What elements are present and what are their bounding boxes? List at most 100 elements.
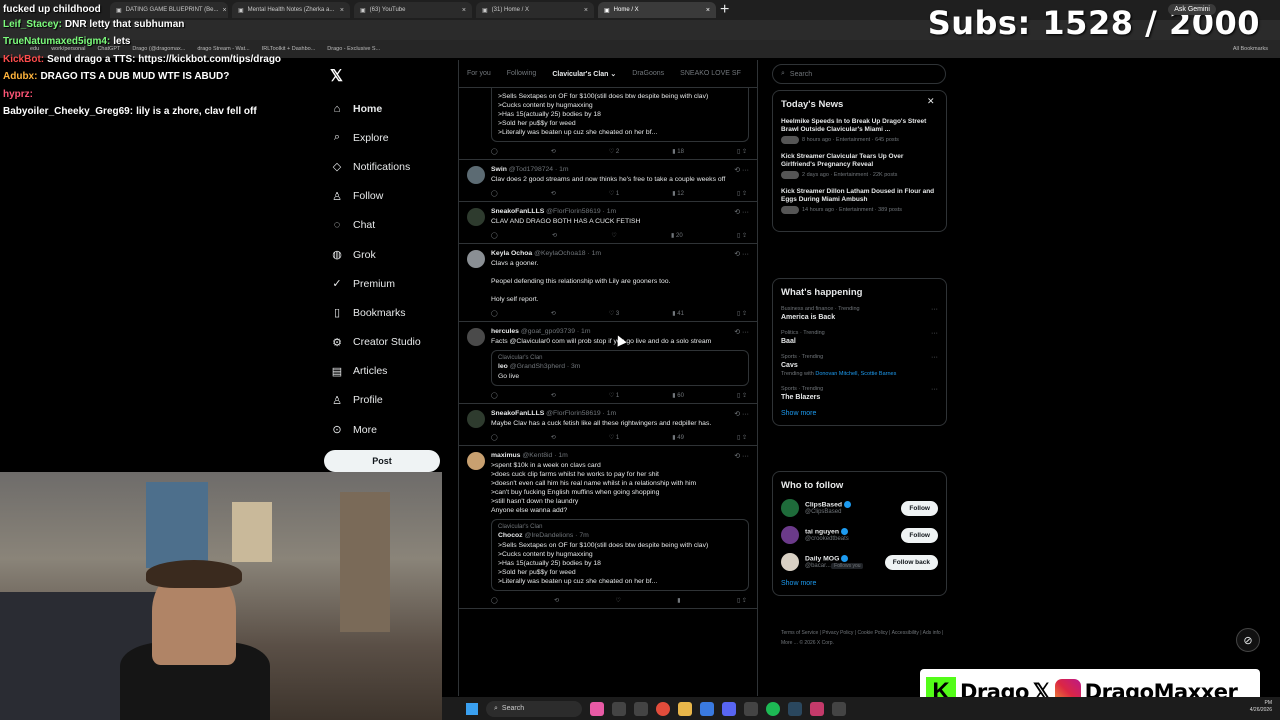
trend-related-names[interactable]: Donovan Mitchell, Scottie Barnes: [815, 371, 896, 377]
taskbar-app-icon[interactable]: [590, 701, 604, 716]
steam-icon[interactable]: [788, 701, 802, 716]
trend-item[interactable]: Business and finance · Trending America i…: [781, 306, 938, 321]
taskbar-search[interactable]: ⌕ Search: [486, 700, 582, 717]
views-count[interactable]: ▮ 18: [672, 148, 684, 155]
bookmark-icon[interactable]: ▯ ⇪: [737, 392, 747, 399]
timeline-tab[interactable]: SNEAKO LOVE SF: [680, 70, 741, 77]
avatar[interactable]: [781, 499, 799, 517]
reply-button[interactable]: ◯: [491, 392, 498, 399]
more-icon[interactable]: ···: [931, 354, 938, 361]
post[interactable]: ⟲ ··· maximus @Kent8id · 1m >spent $10k in…: [459, 446, 757, 609]
repost-button[interactable]: ⟲: [551, 392, 556, 399]
like-button[interactable]: ♡ 3: [609, 310, 619, 317]
windows-start-icon[interactable]: [466, 702, 478, 715]
nav-item-more[interactable]: ⊙ More: [328, 415, 448, 444]
nav-item-chat[interactable]: ◌ Chat: [328, 211, 448, 240]
taskbar-app-icon[interactable]: [612, 701, 626, 716]
browser-tab[interactable]: ▣ Home / X ×: [598, 2, 716, 18]
avatar[interactable]: [467, 208, 485, 226]
bookmark-icon[interactable]: ▯ ⇪: [737, 148, 747, 155]
reply-button[interactable]: ◯: [491, 190, 498, 197]
post[interactable]: ⟲ ··· Keyla Ochoa @KeylaOchoa18 · 1m Clavs…: [459, 244, 757, 322]
browser-tab[interactable]: ▣ (31) Home / X ×: [476, 2, 594, 18]
timeline-tab[interactable]: DraGoons: [632, 70, 664, 77]
post[interactable]: ⟲ ··· hercules @goat_gpo93739 · 1m Facts @…: [459, 322, 757, 404]
bookmark-icon[interactable]: ▯ ⇪: [737, 310, 747, 317]
post-author-name[interactable]: Keyla Ochoa: [491, 250, 532, 257]
tab-close-icon[interactable]: ×: [462, 7, 466, 14]
reply-button[interactable]: ◯: [491, 310, 498, 317]
follow-suggestion[interactable]: ClipsBased @ClipsBased Follow: [781, 499, 938, 517]
reply-button[interactable]: ◯: [491, 148, 498, 155]
folder-icon[interactable]: [678, 701, 692, 716]
reply-button[interactable]: ◯: [491, 232, 498, 239]
repost-button[interactable]: ⟲: [551, 148, 556, 155]
post-author-name[interactable]: Swin: [491, 166, 507, 173]
like-button[interactable]: ♡ 1: [609, 434, 619, 441]
like-button[interactable]: ♡ 1: [609, 190, 619, 197]
discord-icon[interactable]: [722, 701, 736, 716]
nav-item-creator-studio[interactable]: ⚙ Creator Studio: [328, 328, 448, 357]
show-more-link[interactable]: Show more: [781, 410, 938, 417]
all-bookmarks-link[interactable]: All Bookmarks: [1233, 46, 1268, 52]
more-icon[interactable]: ⟲ ···: [734, 166, 749, 174]
post-button[interactable]: Post: [324, 450, 440, 472]
follow-name[interactable]: tai nguyen: [805, 528, 849, 536]
browser-tab[interactable]: ▣ (63) YouTube ×: [354, 2, 472, 18]
news-item[interactable]: Kick Streamer Dillon Latham Doused in Fl…: [781, 188, 938, 214]
more-icon[interactable]: ⟲ ···: [734, 250, 749, 258]
nav-item-notifications[interactable]: ◇ Notifications: [328, 152, 448, 181]
spotify-icon[interactable]: [766, 701, 780, 716]
repost-button[interactable]: ⟲: [551, 434, 556, 441]
reply-button[interactable]: ◯: [491, 434, 498, 441]
avatar[interactable]: [467, 166, 485, 184]
avatar[interactable]: [467, 250, 485, 268]
reply-button[interactable]: ◯: [491, 597, 498, 604]
like-button[interactable]: ♡: [611, 232, 616, 239]
post-handle[interactable]: @FlorFlorin58619 · 1m: [546, 410, 616, 417]
nav-item-home[interactable]: ⌂ Home: [328, 94, 448, 123]
more-icon[interactable]: ⟲ ···: [734, 410, 749, 418]
taskbar-app-icon[interactable]: [744, 701, 758, 716]
repost-button[interactable]: ⟲: [551, 190, 556, 197]
close-icon[interactable]: ✕: [927, 96, 935, 107]
taskbar-app-icon[interactable]: [810, 701, 824, 716]
follow-suggestion[interactable]: tai nguyen @crookedtbeats Follow: [781, 526, 938, 544]
post[interactable]: >Sells Sextapes on OF for $100(still doe…: [459, 88, 757, 160]
like-button[interactable]: ♡ 2: [609, 148, 619, 155]
new-tab-icon[interactable]: +: [720, 1, 729, 19]
repost-button[interactable]: ⟲: [554, 597, 559, 604]
news-item[interactable]: Heelmike Speeds In to Break Up Drago's S…: [781, 118, 938, 144]
bookmark-icon[interactable]: ▯ ⇪: [737, 190, 747, 197]
post-handle[interactable]: @FlorFlorin58619 · 1m: [546, 208, 616, 215]
chrome-icon[interactable]: [656, 701, 670, 716]
follow-name[interactable]: ClipsBased: [805, 501, 851, 509]
footer-links[interactable]: Terms of Service | Privacy Policy | Cook…: [781, 628, 951, 648]
quoted-post[interactable]: >Sells Sextapes on OF for $100(still doe…: [491, 88, 749, 142]
timeline-tab[interactable]: Following: [507, 70, 537, 77]
taskbar-app-icon[interactable]: [700, 701, 714, 716]
post-author-name[interactable]: SneakoFanLLLS: [491, 208, 544, 215]
x-logo-icon[interactable]: 𝕏: [330, 66, 343, 86]
grok-float-icon[interactable]: ⊘: [1236, 628, 1260, 652]
post-author-name[interactable]: hercules: [491, 328, 519, 335]
show-more-follow-link[interactable]: Show more: [781, 580, 938, 587]
views-count[interactable]: ▮ 20: [671, 232, 683, 239]
post-handle[interactable]: @Kent8id · 1m: [522, 452, 567, 459]
repost-button[interactable]: ⟲: [551, 310, 556, 317]
ask-gemini-button[interactable]: Ask Gemini: [1168, 4, 1216, 15]
nav-item-profile[interactable]: ♙ Profile: [328, 386, 448, 415]
search-input[interactable]: ⌕ Search: [772, 64, 946, 84]
more-icon[interactable]: ⟲ ···: [734, 452, 749, 460]
like-button[interactable]: ♡: [616, 597, 621, 604]
quoted-post[interactable]: Clavicular's Clan Chocoz @IreDandelions ·…: [491, 519, 749, 591]
timeline-tab[interactable]: For you: [467, 70, 491, 77]
follow-button[interactable]: Follow back: [884, 554, 938, 570]
bookmark-icon[interactable]: ▯ ⇪: [737, 232, 747, 239]
more-icon[interactable]: ···: [931, 386, 938, 393]
nav-item-articles[interactable]: ▤ Articles: [328, 357, 448, 386]
more-icon[interactable]: ···: [931, 306, 938, 313]
follow-name[interactable]: Daily MOG: [805, 555, 863, 563]
post-handle[interactable]: @goat_gpo93739 · 1m: [521, 328, 591, 335]
views-count[interactable]: ▮: [677, 597, 680, 604]
